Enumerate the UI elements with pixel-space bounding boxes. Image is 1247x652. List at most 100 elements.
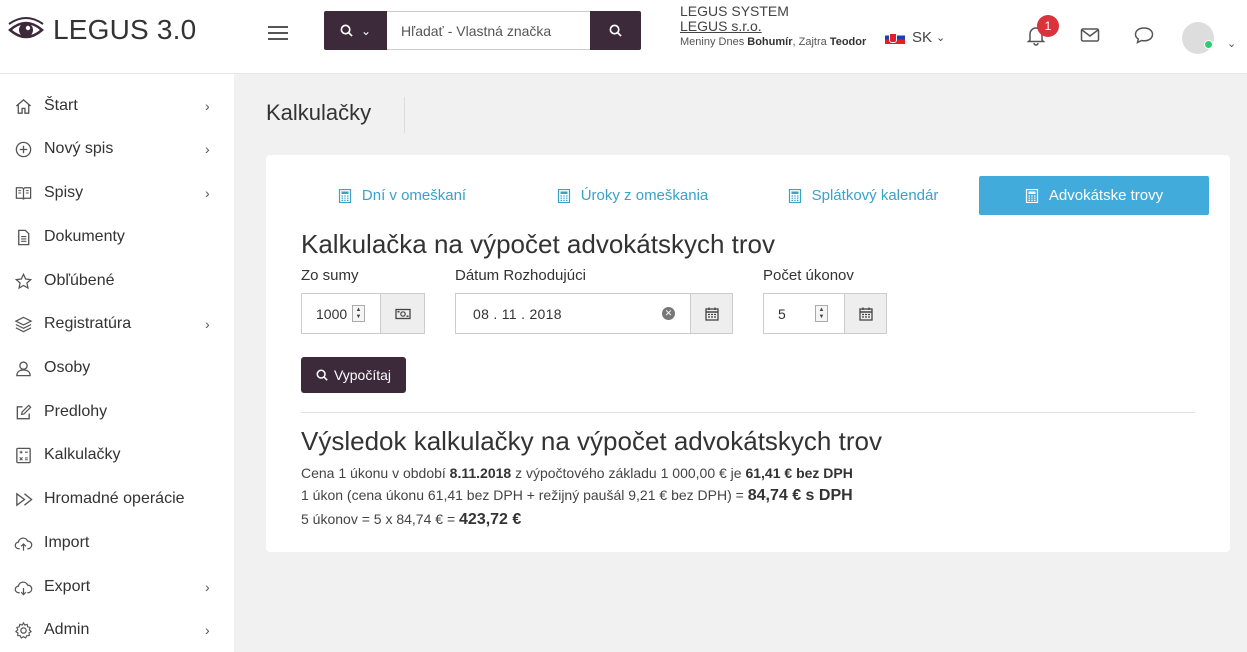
- layers-icon: [13, 314, 33, 334]
- nameday-mid: , Zajtra: [792, 36, 830, 48]
- sidebar-item-label: Spisy: [44, 184, 84, 201]
- result-line-1: Cena 1 úkonu v období 8.11.2018 z výpočt…: [301, 465, 853, 481]
- search-button[interactable]: [590, 11, 641, 50]
- sidebar-item-label: Export: [44, 578, 91, 595]
- sidebar-item-label: Hromadné operácie: [44, 490, 185, 507]
- sidebar-item-favorites[interactable]: Obľúbené: [0, 261, 234, 301]
- nameday-prefix: Meniny Dnes: [680, 36, 748, 48]
- app-title: LEGUS 3.0: [53, 14, 197, 45]
- result-act-total: 84,74 € s DPH: [747, 487, 853, 504]
- sidebar-item-label: Registratúra: [44, 315, 132, 332]
- clear-date-icon[interactable]: ✕: [662, 307, 675, 320]
- result-line-3: 5 úkonov = 5 x 84,74 € = 423,72 €: [301, 511, 521, 529]
- slovak-flag-icon: [885, 31, 905, 44]
- divider: [301, 412, 1195, 413]
- top-bar: LEGUS 3.0 ⌄ LEGUS SYSTEM LEGUS s.r.o. Me…: [0, 0, 1247, 74]
- tab-label: Splátkový kalendár: [811, 187, 939, 204]
- user-avatar[interactable]: [1182, 22, 1214, 54]
- logo[interactable]: LEGUS 3.0: [8, 14, 196, 46]
- home-icon: [13, 96, 33, 116]
- tab-label: Úroky z omeškania: [580, 187, 709, 204]
- menu-toggle-icon[interactable]: [268, 22, 288, 42]
- nameday-tomorrow: Teodor: [829, 36, 867, 48]
- money-icon[interactable]: [380, 293, 425, 334]
- org-company-link[interactable]: LEGUS s.r.o.: [680, 19, 866, 34]
- sidebar-item-bulk-operations[interactable]: Hromadné operácie: [0, 479, 234, 519]
- result-line-2: 1 úkon (cena úkonu 61,41 bez DPH + režij…: [301, 487, 853, 505]
- calculator-icon: [1025, 188, 1038, 203]
- stepper-up-icon: ▲: [355, 306, 362, 313]
- org-system-name: LEGUS SYSTEM: [680, 3, 789, 19]
- acts-count-label: Počet úkonov: [763, 267, 854, 284]
- sidebar-item-export[interactable]: Export ›: [0, 567, 234, 607]
- result-text: 1 úkon (cena úkonu 61,41 bez DPH + režij…: [301, 487, 748, 503]
- result-unit-price: 61,41 € bez DPH: [745, 465, 853, 481]
- sidebar-item-label: Admin: [44, 621, 90, 638]
- tab-late-interest[interactable]: Úroky z omeškania: [541, 176, 724, 215]
- chat-icon[interactable]: [1133, 24, 1155, 46]
- calculator-icon: [788, 188, 801, 203]
- calendar-icon[interactable]: [844, 293, 887, 334]
- calendar-icon[interactable]: [690, 293, 733, 334]
- acts-count-stepper[interactable]: ▲ ▼: [815, 305, 828, 322]
- sidebar-item-label: Kalkulačky: [44, 446, 121, 463]
- bulk-icon: [13, 489, 33, 509]
- chevron-down-icon[interactable]: ⌄: [1227, 37, 1236, 50]
- sidebar-item-label: Obľúbené: [44, 272, 115, 289]
- sidebar-item-documents[interactable]: Dokumenty: [0, 217, 234, 257]
- notification-badge: 1: [1037, 15, 1059, 37]
- calculator-icon: [557, 188, 570, 203]
- result-text: Cena 1 úkonu v období: [301, 465, 450, 481]
- stepper-up-icon: ▲: [818, 306, 825, 313]
- chevron-down-icon: ⌄: [360, 23, 372, 38]
- result-grand-total: 423,72 €: [459, 511, 522, 528]
- amount-stepper[interactable]: ▲ ▼: [352, 305, 365, 322]
- sidebar-item-files[interactable]: Spisy ›: [0, 173, 234, 213]
- sidebar-item-label: Štart: [44, 97, 78, 114]
- calculate-label: Vypočítaj: [333, 367, 392, 383]
- result-text: z výpočtového základu 1 000,00 € je: [511, 465, 746, 481]
- chevron-right-icon: ›: [205, 141, 210, 157]
- search-icon: [340, 24, 353, 37]
- sidebar: Štart › Nový spis › Spisy › Dokumenty Ob…: [0, 74, 234, 652]
- search-icon: [609, 24, 622, 37]
- online-status-dot: [1204, 40, 1213, 49]
- sidebar-item-admin[interactable]: Admin ›: [0, 610, 234, 650]
- user-icon: [13, 358, 33, 378]
- organization-info: LEGUS SYSTEM LEGUS s.r.o. Meniny Dnes Bo…: [680, 4, 866, 50]
- chevron-right-icon: ›: [205, 98, 210, 114]
- sidebar-item-templates[interactable]: Predlohy: [0, 392, 234, 432]
- tab-days-overdue[interactable]: Dní v omeškaní: [322, 176, 482, 215]
- calculator-icon: [338, 188, 351, 203]
- date-value: 08 . 11 . 2018: [473, 306, 562, 322]
- language-selector[interactable]: SK ⌄: [885, 29, 945, 46]
- tab-installment-calendar[interactable]: Splátkový kalendár: [772, 176, 954, 215]
- sidebar-item-registry[interactable]: Registratúra ›: [0, 304, 234, 344]
- search-input[interactable]: [387, 11, 590, 50]
- language-code: SK: [912, 29, 933, 46]
- search-icon: [316, 369, 328, 381]
- sidebar-item-calculators[interactable]: Kalkulačky: [0, 435, 234, 475]
- result-text: 5 úkonov = 5 x 84,74 € =: [301, 511, 460, 527]
- acts-count-input[interactable]: [763, 293, 845, 334]
- sidebar-item-start[interactable]: Štart ›: [0, 86, 234, 126]
- mail-icon[interactable]: [1079, 24, 1101, 46]
- cloud-upload-icon: [13, 533, 33, 553]
- sidebar-item-import[interactable]: Import: [0, 523, 234, 563]
- chevron-right-icon: ›: [205, 316, 210, 332]
- date-label: Dátum Rozhodujúci: [455, 267, 586, 284]
- sidebar-item-label: Predlohy: [44, 403, 108, 420]
- gear-icon: [13, 620, 33, 640]
- sidebar-item-new-file[interactable]: Nový spis ›: [0, 129, 234, 169]
- calculate-button[interactable]: Vypočítaj: [301, 357, 406, 393]
- sidebar-item-label: Osoby: [44, 359, 91, 376]
- amount-value: 1000: [316, 306, 348, 322]
- amount-label: Zo sumy: [301, 267, 359, 284]
- book-icon: [13, 183, 33, 203]
- search-type-dropdown[interactable]: ⌄: [324, 11, 387, 50]
- cloud-download-icon: [13, 577, 33, 597]
- tab-attorney-fees[interactable]: Advokátske trovy: [979, 176, 1209, 215]
- title-divider: [404, 97, 405, 133]
- sidebar-item-persons[interactable]: Osoby: [0, 348, 234, 388]
- calculator-icon: [13, 445, 33, 465]
